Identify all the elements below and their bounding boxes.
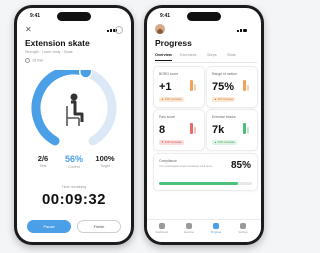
bar-indicator-icon [243, 80, 249, 91]
progress-phone: 9:41 Progress Overview Exercises Steps S… [144, 5, 264, 245]
stat-target-label: Target [100, 164, 110, 168]
nav-label: Settings [238, 230, 248, 234]
time-remaining-label: Time remaining [61, 185, 87, 189]
ring-progress [31, 70, 91, 146]
tab-steps[interactable]: Steps [207, 53, 217, 57]
duration-text: 10 min [32, 58, 44, 63]
nav-dashboard[interactable]: Dashboard [151, 223, 173, 234]
tab-overview[interactable]: Overview [155, 53, 172, 61]
compliance-progress-bar [159, 182, 252, 185]
page-title: Progress [155, 38, 192, 48]
tab-exercises[interactable]: Exercises [180, 53, 196, 57]
tab-stats[interactable]: Stats [227, 53, 236, 57]
status-time: 9:41 [30, 13, 41, 19]
card-title: Exercise blocks [212, 115, 236, 119]
compliance-progress-fill [159, 182, 239, 185]
close-icon[interactable]: ✕ [25, 26, 32, 34]
card-value: 75% [212, 81, 235, 93]
delta-badge: ▲23% increase [159, 97, 184, 102]
card-range-of-motion[interactable]: Range of motion 75% ▲4% increase [206, 66, 258, 108]
delta-badge: ▲4% increase [212, 97, 236, 102]
nav-settings[interactable]: Settings [232, 223, 254, 234]
card-title: BORG score [159, 72, 179, 76]
card-value: 7k [212, 124, 225, 136]
delta-badge: ▼12% increase [159, 140, 184, 145]
nav-progress[interactable]: Progress [205, 223, 227, 234]
bar-indicator-icon [243, 123, 249, 134]
nav-label: Progress [210, 230, 222, 234]
dumbbell-icon [186, 223, 192, 229]
stat-target-value: 100% [95, 154, 115, 163]
card-title: Pain score [159, 115, 176, 119]
card-pain-score[interactable]: Pain score 8 ▼12% increase [153, 109, 205, 151]
ring-handle[interactable] [78, 70, 93, 79]
card-exercise-blocks[interactable]: Exercise blocks 7k ▲12% increase [206, 109, 258, 151]
nav-label: Exercise [184, 230, 194, 234]
nav-label: Dashboard [155, 230, 169, 234]
status-bar: 9:41 [147, 12, 261, 32]
progress-tabs: Overview Exercises Steps Stats [155, 52, 257, 63]
exercise-phone: 9:41 ✕ Extension skate Strength · Lower … [14, 5, 134, 245]
exercise-title: Extension skate [25, 38, 90, 48]
card-value: +1 [159, 81, 172, 93]
card-value: 8 [159, 124, 166, 136]
delta-badge: ▲12% increase [212, 140, 237, 145]
status-bar: 9:41 [17, 12, 131, 32]
avatar[interactable] [155, 24, 165, 34]
clock-icon [25, 58, 30, 63]
dynamic-island [57, 12, 91, 21]
info-icon[interactable] [115, 26, 123, 34]
bottom-navigation: Dashboard Exercise Progress Settings [147, 219, 261, 242]
bar-indicator-icon [190, 123, 196, 134]
system-icons [107, 14, 121, 32]
bar-indicator-icon [190, 80, 196, 91]
nav-exercise[interactable]: Exercise [178, 223, 200, 234]
card-title: Range of motion [212, 72, 237, 76]
compliance-value: 85% [230, 160, 251, 171]
person-sitting-icon [66, 93, 84, 126]
countdown-timer: 00:09:32 [41, 191, 107, 208]
compliance-description: Your participation has increased, well d… [159, 164, 213, 168]
dynamic-island [187, 12, 221, 21]
progress-screen: 9:41 Progress Overview Exercises Steps S… [147, 8, 261, 242]
status-time: 9:41 [160, 13, 171, 19]
stat-target: 100% Target [87, 154, 123, 168]
exercise-screen: 9:41 ✕ Extension skate Strength · Lower … [17, 8, 131, 242]
home-icon [159, 223, 165, 229]
card-borg-score[interactable]: BORG score +1 ▲23% increase [153, 66, 205, 108]
exercise-subtitle: Strength · Lower body · Skate [25, 50, 73, 54]
card-compliance[interactable]: Compliance Your participation has increa… [153, 153, 258, 191]
card-title: Compliance [159, 159, 177, 163]
exercise-stats: 2/6 Sets 56% Current 100% Target [17, 154, 131, 176]
progress-ring [31, 70, 117, 146]
system-icons [237, 14, 251, 32]
chart-icon [213, 223, 219, 229]
pause-button[interactable]: Pause [27, 220, 71, 233]
finish-button[interactable]: Finish [77, 220, 121, 233]
exercise-duration: 10 min [25, 58, 43, 63]
gear-icon [240, 223, 246, 229]
